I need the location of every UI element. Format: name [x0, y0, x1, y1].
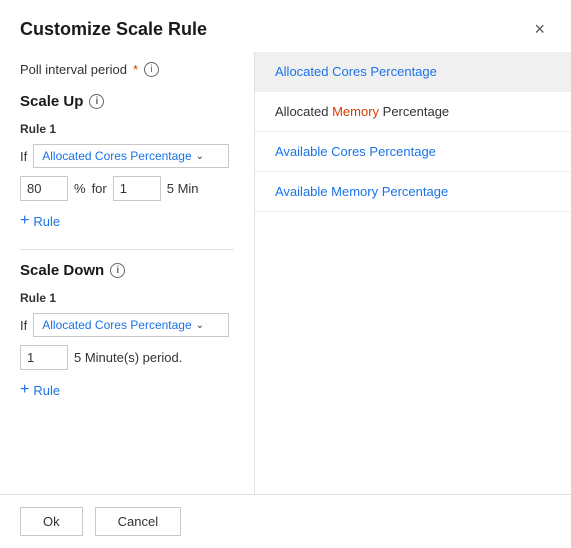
scale-up-rule-label: Rule 1 — [20, 122, 234, 136]
section-divider — [20, 249, 234, 250]
dropdown-option-allocated-cores[interactable]: Allocated Cores Percentage — [255, 52, 571, 92]
scale-down-if-label: If — [20, 318, 27, 333]
modal-body: Poll interval period * i Scale Up i Rule… — [0, 52, 571, 494]
close-button[interactable]: × — [528, 18, 551, 40]
scale-up-add-rule-label: Rule — [33, 214, 60, 229]
scale-up-dropdown-value: Allocated Cores Percentage — [42, 149, 191, 163]
poll-label: Poll interval period — [20, 62, 127, 77]
scale-up-value-row: % for 5 Min — [20, 176, 234, 201]
modal-footer: Ok Cancel — [0, 494, 571, 548]
scale-up-metric-dropdown[interactable]: Allocated Cores Percentage ⌄ — [33, 144, 229, 168]
scale-up-chevron-icon: ⌄ — [196, 151, 204, 162]
poll-interval-row: Poll interval period * i — [20, 62, 234, 77]
dropdown-option-allocated-memory[interactable]: Allocated Memory Percentage — [255, 92, 571, 132]
modal-header: Customize Scale Rule × — [0, 0, 571, 52]
scale-down-value-row: 5 Minute(s) period. — [20, 345, 234, 370]
cancel-button[interactable]: Cancel — [95, 507, 181, 536]
scale-up-if-label: If — [20, 149, 27, 164]
dropdown-option-available-cores-label: Available Cores Percentage — [275, 144, 436, 159]
scale-down-number-input[interactable] — [20, 345, 68, 370]
scale-down-metric-dropdown[interactable]: Allocated Cores Percentage ⌄ — [33, 313, 229, 337]
scale-down-chevron-icon: ⌄ — [196, 320, 204, 331]
dropdown-option-allocated-memory-label: Allocated Memory Percentage — [275, 104, 449, 119]
scale-down-plus-icon: + — [20, 382, 29, 398]
scale-up-duration-input[interactable] — [113, 176, 161, 201]
scale-down-section: Scale Down i Rule 1 If Allocated Cores P… — [20, 262, 234, 402]
scale-up-plus-icon: + — [20, 213, 29, 229]
scale-up-info-icon[interactable]: i — [89, 94, 104, 109]
scale-down-rule-row: If Allocated Cores Percentage ⌄ — [20, 313, 234, 337]
scale-down-dropdown-value: Allocated Cores Percentage — [42, 318, 191, 332]
scale-up-percent-label: % — [74, 181, 86, 196]
dropdown-option-available-cores[interactable]: Available Cores Percentage — [255, 132, 571, 172]
scale-up-number-input[interactable] — [20, 176, 68, 201]
dropdown-option-available-memory[interactable]: Available Memory Percentage — [255, 172, 571, 212]
scale-up-for-label: for — [92, 181, 107, 196]
scale-up-section: Scale Up i Rule 1 If Allocated Cores Per… — [20, 93, 234, 233]
ok-button[interactable]: Ok — [20, 507, 83, 536]
scale-up-rule-row: If Allocated Cores Percentage ⌄ — [20, 144, 234, 168]
dropdown-option-available-memory-label: Available Memory Percentage — [275, 184, 448, 199]
scale-down-add-rule-button[interactable]: + Rule — [20, 378, 60, 402]
scale-up-min-text: 5 Min — [167, 181, 199, 196]
scale-down-period-text: 5 Minute(s) period. — [74, 350, 182, 365]
customize-scale-rule-modal: Customize Scale Rule × Poll interval per… — [0, 0, 571, 548]
scale-up-title: Scale Up i — [20, 93, 234, 110]
scale-down-add-rule-label: Rule — [33, 383, 60, 398]
scale-up-add-rule-button[interactable]: + Rule — [20, 209, 60, 233]
right-dropdown-panel: Allocated Cores Percentage Allocated Mem… — [255, 52, 571, 494]
left-panel: Poll interval period * i Scale Up i Rule… — [0, 52, 255, 494]
scale-down-rule-label: Rule 1 — [20, 291, 234, 305]
poll-info-icon[interactable]: i — [144, 62, 159, 77]
scale-down-title: Scale Down i — [20, 262, 234, 279]
dropdown-option-allocated-cores-label: Allocated Cores Percentage — [275, 64, 437, 79]
scale-down-info-icon[interactable]: i — [110, 263, 125, 278]
modal-title: Customize Scale Rule — [20, 19, 207, 40]
required-star: * — [133, 62, 138, 77]
